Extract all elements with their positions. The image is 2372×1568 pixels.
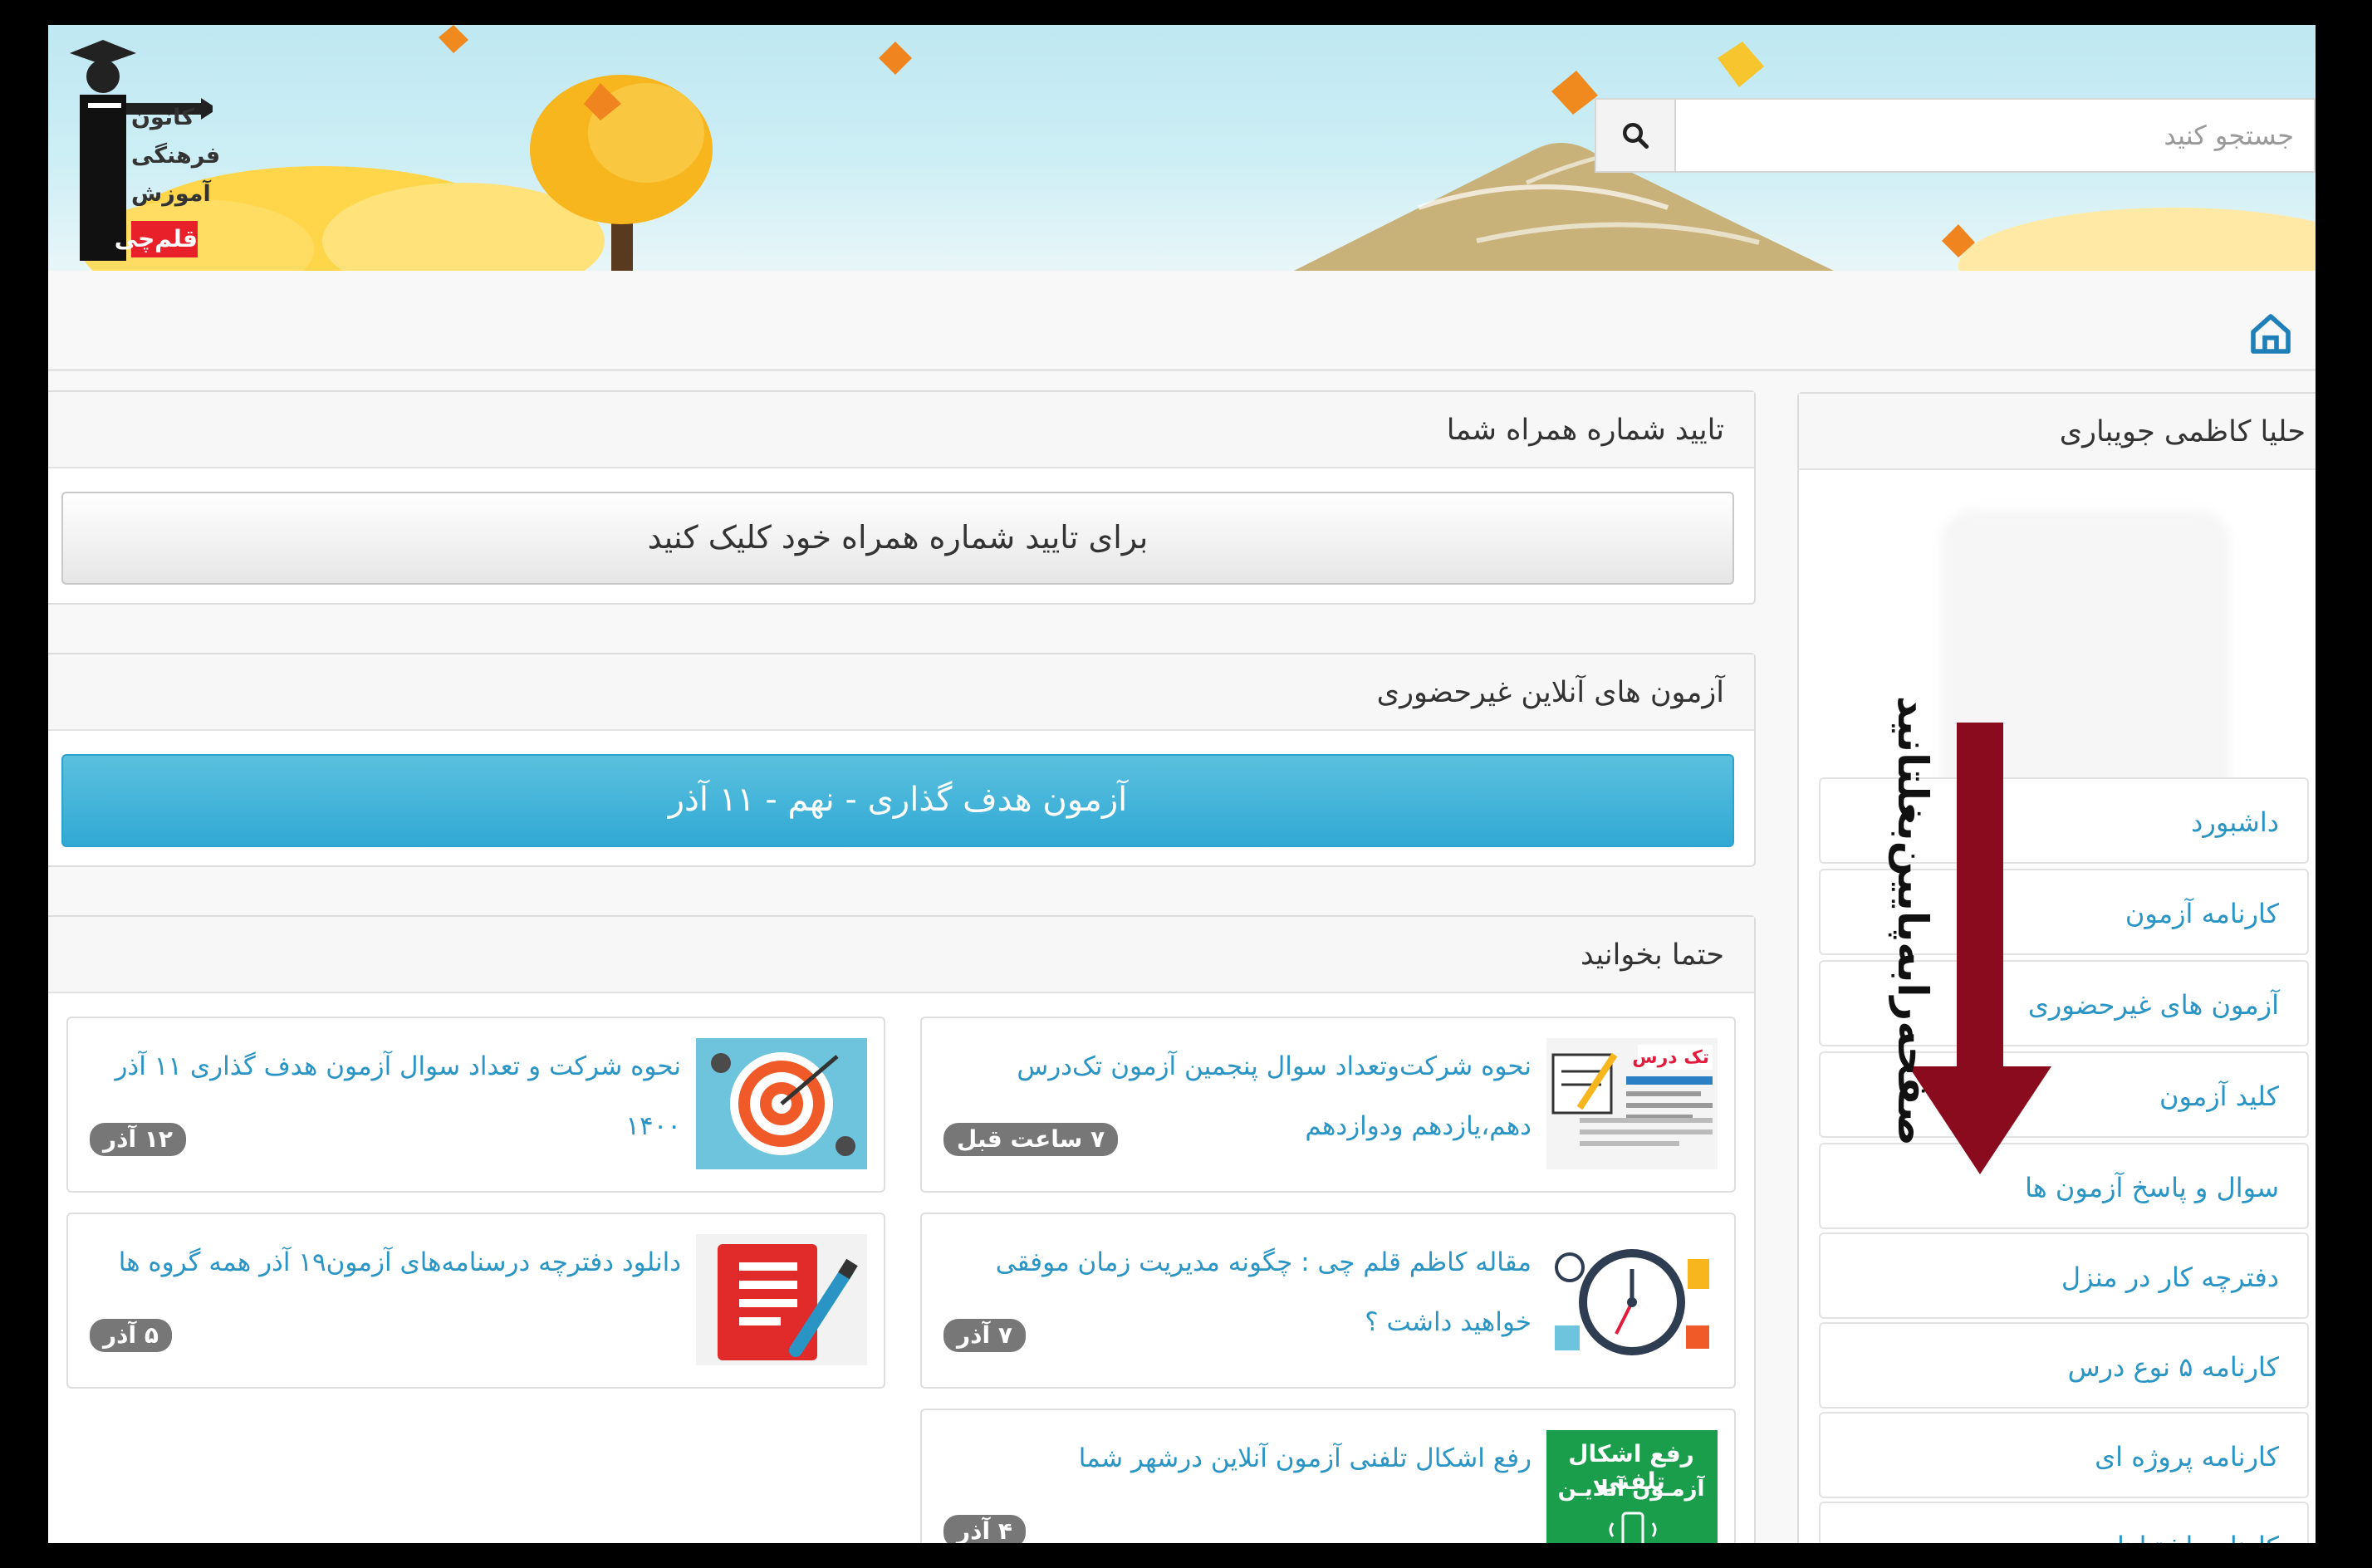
logo-line-2: فرهنگی xyxy=(131,143,221,169)
news-card[interactable]: دانلود دفترچه درسنامه‌های آزمون۱۹ آذر هم… xyxy=(66,1213,885,1389)
news-card-date-badge: ۷ آذر xyxy=(943,1319,1026,1352)
target-exam-button[interactable]: آزمون هدف گذاری - نهم - ۱۱ آذر xyxy=(61,754,1734,847)
home-icon[interactable] xyxy=(2247,311,2294,357)
sidebar-item-mistakes-report[interactable]: کارنامه اشتباهات xyxy=(1819,1502,2309,1543)
news-card[interactable]: تک درس نحوه شرکت‌وتعداد سوال پنجمین آزمو… xyxy=(920,1017,1736,1193)
logo-line-1: کانون xyxy=(131,105,194,130)
logo-line-4: قلم‌چی xyxy=(115,221,198,257)
news-card[interactable]: نحوه شرکت و تعداد سوال آزمون هدف گذاری ۱… xyxy=(66,1017,885,1193)
online-exams-panel: آزمون های آنلاین غیرحضوری آزمون هدف گذار… xyxy=(48,653,1756,867)
sidebar-item-five-lesson-report[interactable]: کارنامه ۵ نوع درس xyxy=(1819,1322,2309,1409)
kanoon-logo[interactable]: کانون فرهنگی آموزش قلم‌چی xyxy=(55,37,220,261)
svg-text:تک درس: تک درس xyxy=(1632,1047,1709,1068)
search-icon xyxy=(1623,123,1649,149)
scroll-hint-text: صفحه‌رابه‌پایین‌بغلتانید xyxy=(1889,695,1937,1146)
phone-panel-title: تایید شماره همراه شما xyxy=(48,392,1754,468)
news-card-title[interactable]: دانلود دفترچه درسنامه‌های آزمون۱۹ آذر هم… xyxy=(85,1232,681,1292)
user-name: حلیا کاظمی جویباری xyxy=(1799,394,2316,470)
top-nav-bar xyxy=(48,271,2316,371)
target-thumb xyxy=(696,1038,867,1169)
news-card-date-badge: ۴ آذر xyxy=(943,1515,1026,1543)
logo-line-3: آموزش xyxy=(131,181,211,207)
news-card-date-badge: ۱۲ آذر xyxy=(90,1123,187,1156)
notebook-thumb xyxy=(696,1234,867,1365)
must-read-title: حتما بخوانید xyxy=(48,917,1754,993)
sidebar-item-project-report[interactable]: کارنامه پروژه ای xyxy=(1819,1412,2309,1498)
sidebar-item-homework[interactable]: دفترچه کار در منزل xyxy=(1819,1232,2309,1319)
single-subject-exam-thumb: تک درس xyxy=(1546,1038,1718,1169)
news-card[interactable]: رفع اشکال تلفنی آزمـون آنلایـن رفع اشکال… xyxy=(920,1409,1736,1543)
scroll-down-arrow-shaft xyxy=(1957,723,2003,1071)
search-button[interactable] xyxy=(1596,100,1676,171)
phone-verification-panel: تایید شماره همراه شما برای تایید شماره ه… xyxy=(48,390,1756,605)
online-exams-title: آزمون های آنلاین غیرحضوری xyxy=(48,654,1754,731)
search-input[interactable] xyxy=(1676,100,2314,171)
news-card-date-badge: ۵ آذر xyxy=(90,1319,172,1352)
phone-icon xyxy=(1609,1512,1657,1543)
news-card-title[interactable]: رفع اشکال تلفنی آزمون آنلاین درشهر شما xyxy=(939,1428,1532,1488)
phone-support-thumb: رفع اشکال تلفنی آزمـون آنلایـن xyxy=(1546,1430,1718,1543)
news-card-date-badge: ۷ ساعت قبل xyxy=(943,1123,1119,1156)
header-banner: کانون فرهنگی آموزش قلم‌چی xyxy=(48,25,2316,271)
news-card-title[interactable]: مقاله کاظم قلم چی : چگونه مدیریت زمان مو… xyxy=(939,1232,1532,1352)
verify-phone-button[interactable]: برای تایید شماره همراه خود کلیک کنید xyxy=(61,492,1734,585)
sidebar-item-questions-answers[interactable]: سوال و پاسخ آزمون ها xyxy=(1819,1143,2309,1229)
news-card[interactable]: مقاله کاظم قلم چی : چگونه مدیریت زمان مو… xyxy=(920,1213,1736,1389)
clock-thumb xyxy=(1546,1234,1718,1365)
search-bar xyxy=(1595,98,2316,173)
